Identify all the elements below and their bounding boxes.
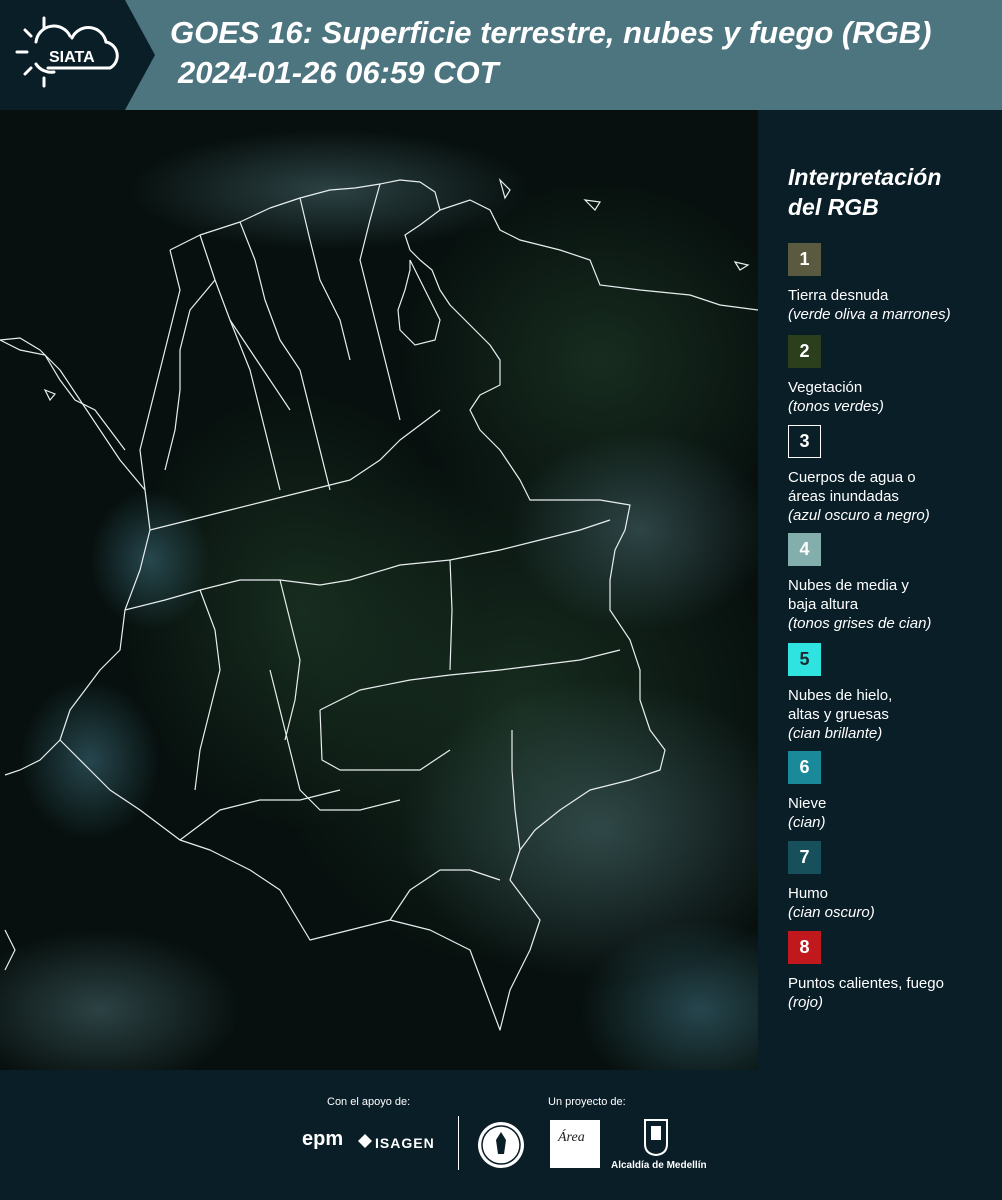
legend-swatch-4: 4 [788,533,821,566]
legend-swatch-6: 6 [788,751,821,784]
legend-label-1: Tierra desnuda [788,287,889,304]
legend-title: Interpretación del RGB [788,162,941,222]
cloud-area [90,490,210,630]
legend-sub-1: (verde oliva a marrones) [788,306,951,323]
isagen-icon [358,1134,372,1148]
header-banner: SIATA GOES 16: Superficie terrestre, nub… [0,0,1002,110]
isagen-logo: ISAGEN [375,1135,435,1151]
cloud-area [510,430,758,630]
legend-sub-6: (cian) [788,814,826,831]
legend-item-1: 1 Tierra desnuda (verde oliva a marrones… [788,243,998,324]
legend-label-8: Puntos calientes, fuego [788,975,944,992]
legend-label-2: Vegetación [788,379,863,396]
legend-item-5: 5 Nubes de hielo, altas y gruesas (cian … [788,643,998,743]
support-label: Con el apoyo de: [327,1096,411,1108]
legend-item-2: 2 Vegetación (tonos verdes) [788,335,998,416]
epm-logo: epm [302,1128,344,1150]
amva-logo-text: Área [558,1130,585,1145]
legend-label-5: Nubes de hielo, altas y gruesas [788,687,893,723]
alcaldia-logo-text: Alcaldía de Medellín [611,1160,707,1171]
legend-swatch-3: 3 [788,425,821,458]
legend-sub-5: (cian brillante) [788,725,883,742]
siata-logo: SIATA [0,0,155,110]
legend-item-7: 7 Humo (cian oscuro) [788,841,998,922]
satellite-map[interactable] [0,110,758,1070]
legend-sub-7: (cian oscuro) [788,904,875,921]
colombia-map-svg [0,110,758,1070]
legend-sub-8: (rojo) [788,994,824,1011]
legend-title-line1: Interpretación [788,164,942,190]
legend-item-3: 3 Cuerpos de agua o áreas inundadas (azu… [788,425,998,525]
legend-swatch-1: 1 [788,243,821,276]
legend-swatch-5: 5 [788,643,821,676]
legend-sub-3: (azul oscuro a negro) [788,507,930,524]
legend-sub-4: (tonos grises de cian) [788,615,932,632]
legend-swatch-8: 8 [788,931,821,964]
cloud-area [20,680,160,840]
footer-divider [458,1116,459,1170]
legend-panel: Interpretación del RGB 1 Tierra desnuda … [760,110,1002,1070]
page-title: GOES 16: Superficie terrestre, nubes y f… [170,15,932,50]
legend-item-6: 6 Nieve (cian) [788,751,998,832]
legend-swatch-7: 7 [788,841,821,874]
legend-swatch-2: 2 [788,335,821,368]
project-label: Un proyecto de: [548,1096,626,1108]
legend-label-4: Nubes de media y baja altura [788,577,909,613]
legend-item-8: 8 Puntos calientes, fuego (rojo) [788,931,998,1012]
legend-label-7: Humo [788,885,829,902]
legend-item-4: 4 Nubes de media y baja altura (tonos gr… [788,533,998,633]
medellin-shield-icon [644,1119,668,1156]
legend-title-line2: del RGB [788,194,879,220]
timestamp: 2024-01-26 06:59 COT [178,55,499,90]
footer: Con el apoyo de: Un proyecto de: epm ISA… [0,1070,1002,1200]
seal-icon [478,1122,524,1168]
legend-sub-2: (tonos verdes) [788,398,884,415]
legend-label-6: Nieve [788,795,827,812]
siata-logo-text: SIATA [49,49,95,66]
legend-label-3: Cuerpos de agua o áreas inundadas [788,469,916,505]
